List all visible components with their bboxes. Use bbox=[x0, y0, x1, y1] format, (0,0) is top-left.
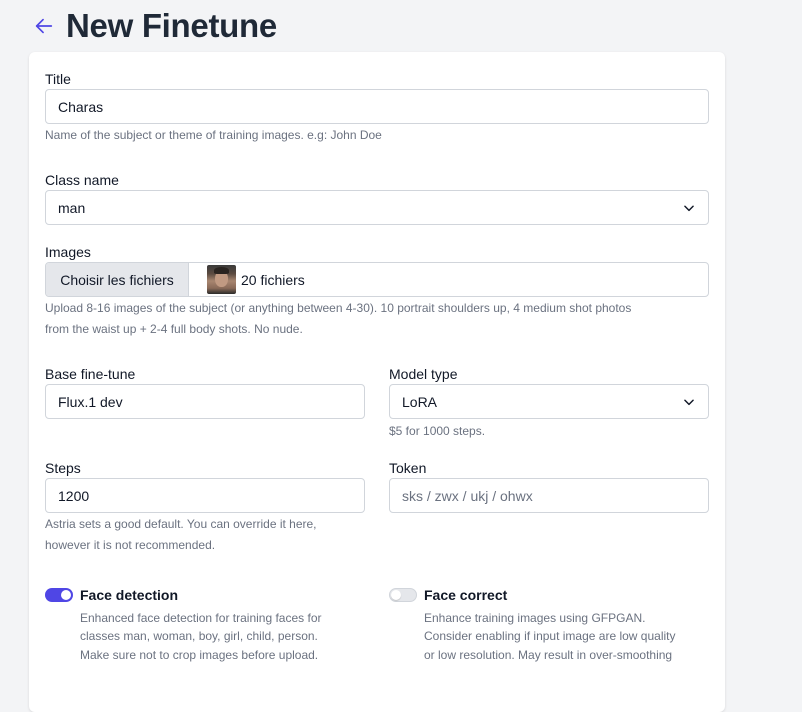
steps-input[interactable] bbox=[45, 478, 365, 513]
face-correct-help-line1: Enhance training images using GFPGAN. bbox=[424, 611, 646, 625]
images-file-input[interactable]: Choisir les fichiers 20 fichiers bbox=[45, 262, 709, 297]
page-header: New Finetune bbox=[32, 6, 277, 46]
face-correct-toggle[interactable] bbox=[389, 588, 417, 602]
face-detection-help-line2: classes man, woman, boy, girl, child, pe… bbox=[80, 629, 318, 643]
token-input[interactable] bbox=[389, 478, 709, 513]
images-help-line1: Upload 8-16 images of the subject (or an… bbox=[45, 301, 632, 315]
face-detection-help-line3: Make sure not to crop images before uplo… bbox=[80, 648, 319, 662]
title-label: Title bbox=[45, 71, 71, 87]
model-type-help: $5 for 1000 steps. bbox=[389, 424, 486, 438]
arrow-left-icon bbox=[35, 18, 53, 34]
title-input[interactable] bbox=[45, 89, 709, 124]
steps-help-line2: however it is not recommended. bbox=[45, 538, 216, 552]
model-type-value: LoRA bbox=[402, 393, 438, 410]
images-label: Images bbox=[45, 244, 91, 260]
class-name-value: man bbox=[58, 199, 86, 216]
base-finetune-label: Base fine-tune bbox=[45, 366, 136, 382]
steps-help-line1: Astria sets a good default. You can over… bbox=[45, 517, 317, 531]
class-name-label: Class name bbox=[45, 172, 119, 188]
chevron-down-icon bbox=[684, 205, 694, 211]
class-name-select[interactable]: man bbox=[45, 190, 709, 225]
page-title: New Finetune bbox=[66, 7, 277, 44]
file-thumbnail bbox=[207, 265, 236, 294]
images-help-line2: from the waist up + 2-4 full body shots.… bbox=[45, 322, 303, 336]
face-correct-help-line3: or low resolution. May result in over-sm… bbox=[424, 648, 673, 662]
model-type-select[interactable]: LoRA bbox=[389, 384, 709, 419]
model-type-label: Model type bbox=[389, 366, 458, 382]
face-correct-help-line2: Consider enabling if input image are low… bbox=[424, 629, 676, 643]
token-label: Token bbox=[389, 460, 427, 476]
steps-label: Steps bbox=[45, 460, 81, 476]
base-finetune-input[interactable] bbox=[45, 384, 365, 419]
title-help: Name of the subject or theme of training… bbox=[45, 128, 382, 142]
chevron-down-icon bbox=[684, 399, 694, 405]
face-correct-label: Face correct bbox=[424, 587, 508, 603]
file-count: 20 fichiers bbox=[241, 271, 305, 288]
face-detection-help-line1: Enhanced face detection for training fac… bbox=[80, 611, 322, 625]
finetune-form: Title Name of the subject or theme of tr… bbox=[29, 52, 725, 712]
face-detection-label: Face detection bbox=[80, 587, 179, 603]
back-button[interactable] bbox=[32, 14, 56, 38]
face-detection-toggle[interactable] bbox=[45, 588, 73, 602]
choose-files-button[interactable]: Choisir les fichiers bbox=[46, 263, 189, 296]
